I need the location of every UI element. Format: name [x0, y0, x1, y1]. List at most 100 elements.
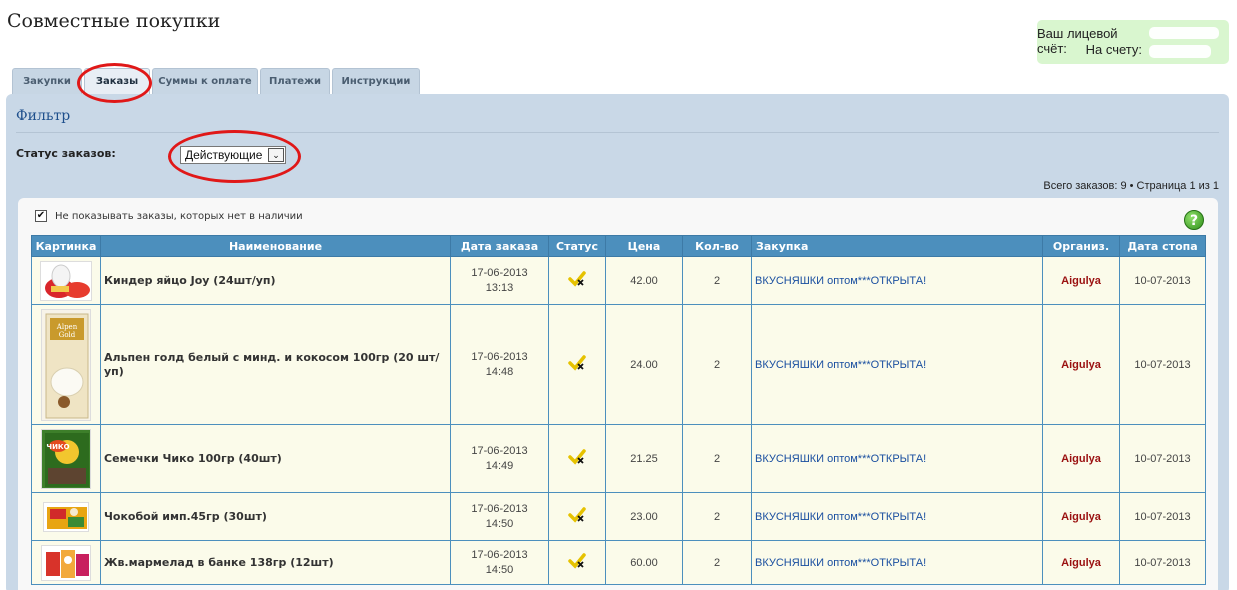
row-qty: 2 [682, 424, 752, 493]
row-date: 17-06-2013 [471, 266, 528, 279]
filter-title: Фильтр [16, 108, 71, 124]
tab-amounts-due[interactable]: Суммы к оплате [152, 68, 258, 94]
kinder-joy-thumbnail[interactable] [40, 260, 92, 301]
col-stop-date[interactable]: Дата стопа [1119, 235, 1206, 257]
col-name[interactable]: Наименование [100, 235, 451, 257]
row-date: 17-06-2013 [471, 444, 528, 457]
row-qty: 2 [682, 492, 752, 541]
row-stop-date: 10-07-2013 [1119, 424, 1206, 493]
row-name[interactable]: Киндер яйцо Joy (24шт/уп) [100, 256, 451, 305]
row-image-cell [31, 540, 101, 585]
row-date: 17-06-2013 [471, 350, 528, 363]
row-stop-date: 10-07-2013 [1119, 304, 1206, 425]
marmalade-thumbnail[interactable] [41, 544, 91, 581]
row-date: 17-06-2013 [471, 548, 528, 561]
table-row: Киндер яйцо Joy (24шт/уп) 17-06-2013 13:1… [31, 256, 1206, 305]
hide-unavailable-checkbox[interactable]: ✔ [35, 210, 47, 222]
row-purchase-link[interactable]: ВКУСНЯШКИ оптом***ОТКРЫТА! [751, 424, 1043, 493]
col-qty[interactable]: Кол-во [682, 235, 752, 257]
orders-total-pagination: Всего заказов: 9 • Страница 1 из 1 [1043, 180, 1219, 192]
row-qty: 2 [682, 304, 752, 425]
row-name[interactable]: Семечки Чико 100гр (40шт) [100, 424, 451, 493]
row-date: 17-06-2013 [471, 502, 528, 515]
alpen-gold-thumbnail[interactable]: AlpenGold [41, 308, 91, 421]
tab-purchases[interactable]: Закупки [12, 68, 82, 94]
check-x-icon [568, 553, 586, 569]
row-time: 14:48 [485, 365, 514, 378]
col-organizer[interactable]: Организ. [1042, 235, 1120, 257]
table-row: Жв.мармелад в банке 138гр (12шт) 17-06-2… [31, 540, 1206, 585]
col-order-date[interactable]: Дата заказа [450, 235, 549, 257]
check-x-icon [568, 355, 586, 371]
balance-redacted [1149, 45, 1211, 58]
order-status-select[interactable]: Действующие ⌄ [180, 146, 286, 164]
tab-bar: Закупки Заказы Суммы к оплате Платежи Ин… [12, 68, 422, 94]
check-x-icon [568, 449, 586, 465]
tab-orders[interactable]: Заказы [84, 68, 150, 94]
row-image-cell: ЧИКО [31, 424, 101, 493]
row-order-date: 17-06-2013 14:50 [450, 492, 549, 541]
hide-unavailable-option[interactable]: ✔ Не показывать заказы, которых нет в на… [35, 210, 303, 222]
row-purchase-link[interactable]: ВКУСНЯШКИ оптом***ОТКРЫТА! [751, 492, 1043, 541]
col-image: Картинка [31, 235, 101, 257]
row-qty: 2 [682, 540, 752, 585]
row-organizer-link[interactable]: Aigulya [1042, 304, 1120, 425]
filter-divider [16, 132, 1219, 133]
col-price[interactable]: Цена [605, 235, 683, 257]
row-price: 23.00 [605, 492, 683, 541]
row-stop-date: 10-07-2013 [1119, 256, 1206, 305]
row-name[interactable]: Чокобой имп.45гр (30шт) [100, 492, 451, 541]
col-status[interactable]: Статус [548, 235, 606, 257]
chevron-down-icon[interactable]: ⌄ [268, 148, 284, 162]
row-organizer-link[interactable]: Aigulya [1042, 424, 1120, 493]
row-price: 21.25 [605, 424, 683, 493]
check-x-icon [568, 271, 586, 287]
account-info-box: Ваш лицевой счёт: На счету: [1037, 20, 1229, 64]
row-organizer-link[interactable]: Aigulya [1042, 540, 1120, 585]
page-title: Совместные покупки [7, 10, 221, 32]
row-stop-date: 10-07-2013 [1119, 540, 1206, 585]
table-row: Чокобой имп.45гр (30шт) 17-06-2013 14:50 … [31, 492, 1206, 541]
table-header-row: Картинка Наименование Дата заказа Статус… [31, 235, 1206, 257]
row-purchase-link[interactable]: ВКУСНЯШКИ оптом***ОТКРЫТА! [751, 540, 1043, 585]
row-image-cell: Alpen Gold [31, 304, 101, 425]
row-image-cell [31, 492, 101, 541]
row-price: 24.00 [605, 304, 683, 425]
orders-panel: Фильтр Статус заказов: Действующие ⌄ Все… [6, 94, 1229, 590]
row-status [548, 424, 606, 493]
row-organizer-link[interactable]: Aigulya [1042, 256, 1120, 305]
tab-instructions[interactable]: Инструкции [332, 68, 420, 94]
row-order-date: 17-06-2013 14:49 [450, 424, 549, 493]
svg-text:ЧИКО: ЧИКО [46, 443, 69, 451]
chiko-seeds-thumbnail[interactable]: ЧИКО [41, 428, 91, 489]
row-price: 42.00 [605, 256, 683, 305]
row-time: 13:13 [485, 281, 514, 294]
tab-payments[interactable]: Платежи [260, 68, 330, 94]
row-price: 60.00 [605, 540, 683, 585]
order-status-value: Действующие [185, 148, 263, 162]
row-status [548, 540, 606, 585]
row-status [548, 256, 606, 305]
table-row: ЧИКО Семечки Чико 100гр (40шт) 17-06-201… [31, 424, 1206, 493]
balance-label: На счету: [1085, 42, 1142, 57]
row-status [548, 304, 606, 425]
row-time: 14:50 [485, 563, 514, 576]
row-order-date: 17-06-2013 13:13 [450, 256, 549, 305]
help-icon[interactable]: ? [1184, 210, 1204, 230]
row-qty: 2 [682, 256, 752, 305]
row-purchase-link[interactable]: ВКУСНЯШКИ оптом***ОТКРЫТА! [751, 256, 1043, 305]
orders-list-container: ✔ Не показывать заказы, которых нет в на… [18, 198, 1218, 590]
row-organizer-link[interactable]: Aigulya [1042, 492, 1120, 541]
check-x-icon [568, 507, 586, 523]
row-order-date: 17-06-2013 14:48 [450, 304, 549, 425]
row-image-cell [31, 256, 101, 305]
chokoboy-thumbnail[interactable] [43, 501, 89, 532]
row-purchase-link[interactable]: ВКУСНЯШКИ оптом***ОТКРЫТА! [751, 304, 1043, 425]
account-number-redacted [1149, 27, 1219, 39]
row-name[interactable]: Альпен голд белый с минд. и кокосом 100г… [100, 304, 451, 425]
col-purchase[interactable]: Закупка [751, 235, 1043, 257]
row-name[interactable]: Жв.мармелад в банке 138гр (12шт) [100, 540, 451, 585]
table-row: Alpen Gold Альпен голд белый с минд. и ко… [31, 304, 1206, 425]
row-order-date: 17-06-2013 14:50 [450, 540, 549, 585]
orders-table: Картинка Наименование Дата заказа Статус… [31, 235, 1206, 585]
